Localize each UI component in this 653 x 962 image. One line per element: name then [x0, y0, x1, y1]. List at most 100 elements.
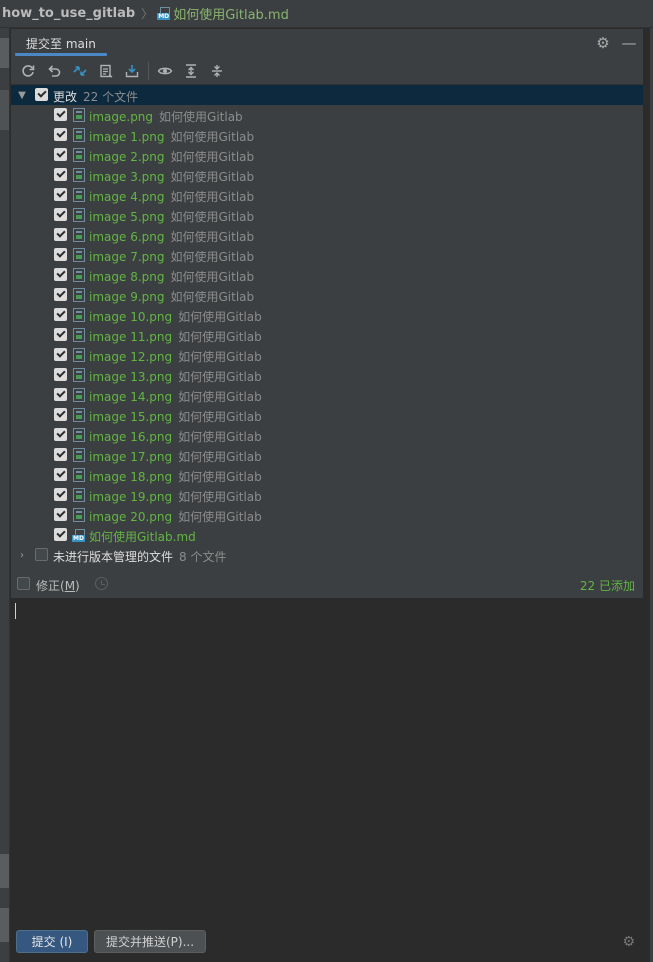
file-row[interactable]: image 11.png 如何使用Gitlab	[11, 325, 643, 345]
commit-message-input[interactable]	[11, 598, 643, 920]
amend-checkbox[interactable]	[17, 577, 30, 590]
stripe-tool-button[interactable]	[0, 38, 9, 68]
stripe-tool-button[interactable]	[0, 854, 9, 888]
file-name: image 19.png	[89, 490, 173, 504]
file-row[interactable]: image 1.png 如何使用Gitlab	[11, 125, 643, 145]
file-name: 如何使用Gitlab.md	[89, 530, 196, 544]
file-row[interactable]: image 12.png 如何使用Gitlab	[11, 345, 643, 365]
unversioned-group-row[interactable]: › 未进行版本管理的文件 8 个文件	[11, 545, 643, 565]
file-checkbox[interactable]	[54, 208, 67, 221]
file-path: 如何使用Gitlab	[170, 230, 255, 244]
stripe-tool-button[interactable]	[0, 908, 9, 942]
file-checkbox[interactable]	[54, 108, 67, 121]
file-checkbox[interactable]	[54, 288, 67, 301]
file-checkbox[interactable]	[54, 508, 67, 521]
file-checkbox[interactable]	[54, 488, 67, 501]
file-checkbox[interactable]	[54, 188, 67, 201]
diff-icon[interactable]	[67, 59, 93, 83]
file-checkbox[interactable]	[54, 408, 67, 421]
file-name: image 5.png	[89, 210, 165, 224]
file-row[interactable]: image 6.png 如何使用Gitlab	[11, 225, 643, 245]
file-checkbox[interactable]	[54, 168, 67, 181]
file-name: image 16.png	[89, 430, 173, 444]
expand-all-icon[interactable]	[178, 59, 204, 83]
breadcrumb-separator-icon: 〉	[141, 7, 154, 21]
chevron-right-icon[interactable]: ›	[16, 545, 28, 565]
file-checkbox[interactable]	[54, 368, 67, 381]
file-row[interactable]: image 10.png 如何使用Gitlab	[11, 305, 643, 325]
file-path: 如何使用Gitlab	[170, 150, 255, 164]
file-checkbox[interactable]	[54, 268, 67, 281]
image-file-icon	[73, 448, 85, 462]
amend-label[interactable]: 修正(M)	[36, 577, 80, 594]
file-row[interactable]: image.png 如何使用Gitlab	[11, 105, 643, 125]
file-row[interactable]: image 17.png 如何使用Gitlab	[11, 445, 643, 465]
image-file-icon	[73, 128, 85, 142]
breadcrumb-project[interactable]: how_to_use_gitlab	[2, 6, 135, 21]
file-row[interactable]: image 16.png 如何使用Gitlab	[11, 425, 643, 445]
file-path: 如何使用Gitlab	[178, 510, 262, 524]
image-file-icon	[73, 408, 85, 422]
rollback-icon[interactable]	[41, 59, 67, 83]
file-checkbox[interactable]	[54, 228, 67, 241]
commit-tool-window-header: 提交至 main ⚙ —	[11, 29, 643, 57]
changes-group-row[interactable]: ▼ 更改 22 个文件	[11, 85, 643, 105]
chevron-down-icon[interactable]: ▼	[16, 85, 28, 105]
image-file-icon	[73, 348, 85, 362]
file-path: 如何使用Gitlab	[178, 450, 262, 464]
file-checkbox[interactable]	[54, 248, 67, 261]
file-checkbox[interactable]	[54, 388, 67, 401]
image-file-icon	[73, 288, 85, 302]
stripe-commit-tool-button[interactable]	[0, 90, 9, 130]
commit-button[interactable]: 提交 (I)	[16, 930, 88, 953]
file-path: 如何使用Gitlab	[178, 350, 262, 364]
file-path: 如何使用Gitlab	[170, 130, 255, 144]
commit-message-history-icon[interactable]	[93, 59, 119, 83]
collapse-all-icon[interactable]	[204, 59, 230, 83]
file-checkbox[interactable]	[54, 328, 67, 341]
tab-commit-to-main[interactable]: 提交至 main	[11, 29, 111, 57]
file-checkbox[interactable]	[54, 348, 67, 361]
file-row[interactable]: image 8.png 如何使用Gitlab	[11, 265, 643, 285]
file-row[interactable]: image 13.png 如何使用Gitlab	[11, 365, 643, 385]
file-checkbox[interactable]	[54, 308, 67, 321]
file-checkbox[interactable]	[54, 528, 67, 541]
changes-group-checkbox[interactable]	[35, 88, 48, 101]
image-file-icon	[73, 428, 85, 442]
text-caret	[15, 603, 16, 619]
breadcrumb: how_to_use_gitlab 〉 MD 如何使用Gitlab.md	[0, 0, 653, 28]
file-row[interactable]: image 3.png 如何使用Gitlab	[11, 165, 643, 185]
clock-icon[interactable]	[95, 577, 108, 590]
commit-and-push-button[interactable]: 提交并推送(P)...	[94, 930, 206, 953]
unversioned-group-checkbox[interactable]	[35, 548, 48, 561]
file-name: image 13.png	[89, 370, 173, 384]
file-row[interactable]: image 9.png 如何使用Gitlab	[11, 285, 643, 305]
refresh-icon[interactable]	[15, 59, 41, 83]
changes-tree[interactable]: ▼ 更改 22 个文件 image.png 如何使用Gitlab image 1.pn…	[11, 85, 643, 570]
file-row[interactable]: MD 如何使用Gitlab.md	[11, 525, 643, 545]
file-row[interactable]: image 18.png 如何使用Gitlab	[11, 465, 643, 485]
breadcrumb-file[interactable]: 如何使用Gitlab.md	[173, 4, 289, 23]
file-name: image 8.png	[89, 270, 165, 284]
file-name: image 15.png	[89, 410, 173, 424]
file-row[interactable]: image 20.png 如何使用Gitlab	[11, 505, 643, 525]
file-row[interactable]: image 4.png 如何使用Gitlab	[11, 185, 643, 205]
file-row[interactable]: image 7.png 如何使用Gitlab	[11, 245, 643, 265]
file-row[interactable]: image 5.png 如何使用Gitlab	[11, 205, 643, 225]
shelve-icon[interactable]	[119, 59, 145, 83]
file-row[interactable]: image 14.png 如何使用Gitlab	[11, 385, 643, 405]
file-name: image 17.png	[89, 450, 173, 464]
gear-icon[interactable]: ⚙	[622, 934, 635, 950]
file-checkbox[interactable]	[54, 448, 67, 461]
file-row[interactable]: image 2.png 如何使用Gitlab	[11, 145, 643, 165]
file-checkbox[interactable]	[54, 428, 67, 441]
file-name: image 14.png	[89, 390, 173, 404]
minimize-icon[interactable]: —	[617, 31, 641, 55]
file-checkbox[interactable]	[54, 468, 67, 481]
file-row[interactable]: image 19.png 如何使用Gitlab	[11, 485, 643, 505]
file-row[interactable]: image 15.png 如何使用Gitlab	[11, 405, 643, 425]
eye-icon[interactable]	[152, 59, 178, 83]
file-checkbox[interactable]	[54, 148, 67, 161]
gear-icon[interactable]: ⚙	[591, 31, 615, 55]
file-checkbox[interactable]	[54, 128, 67, 141]
